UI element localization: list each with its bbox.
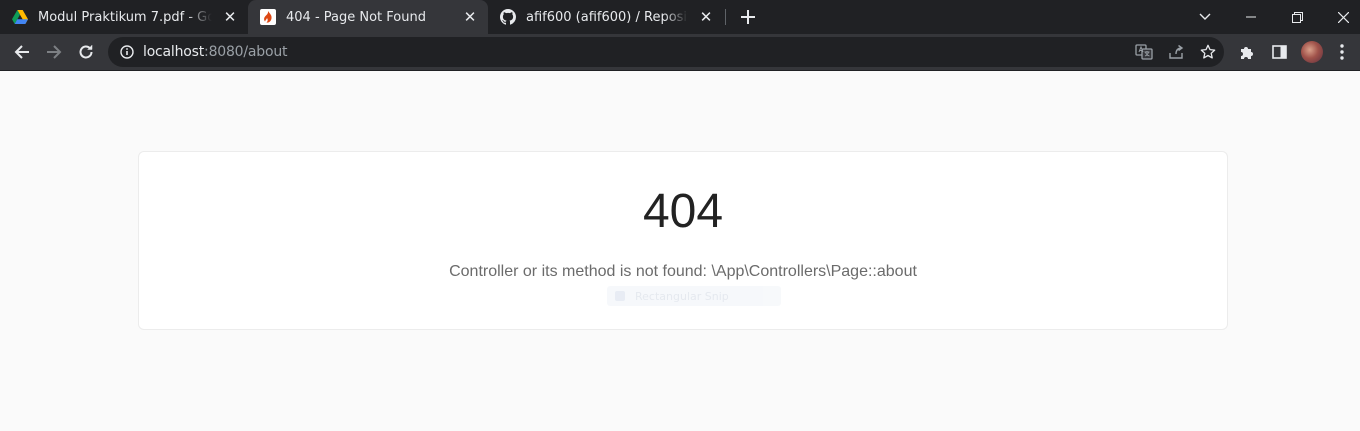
share-icon (1169, 44, 1184, 59)
error-card: 404 Controller or its method is not foun… (138, 151, 1228, 330)
tab-search-button[interactable] (1182, 0, 1228, 34)
more-vert-icon (1340, 44, 1344, 60)
minimize-button[interactable] (1228, 0, 1274, 34)
snip-overlay-label: Rectangular Snip (635, 289, 729, 303)
translate-button[interactable] (1133, 41, 1155, 63)
forward-button[interactable] (40, 38, 68, 66)
chevron-down-icon (1199, 13, 1211, 20)
tab-separator (725, 9, 726, 25)
puzzle-icon (1241, 47, 1253, 59)
tab-title: Modul Praktikum 7.pdf - Google Drive (38, 9, 212, 25)
arrow-right-icon (47, 45, 62, 59)
error-message: Controller or its method is not found: \… (449, 263, 917, 280)
minimize-icon (1246, 16, 1256, 18)
close-tab-icon[interactable]: ✕ (220, 7, 240, 27)
close-window-button[interactable] (1320, 0, 1360, 34)
tab-404[interactable]: 404 - Page Not Found ✕ (248, 0, 488, 34)
reload-button[interactable] (72, 38, 100, 66)
tab-title: 404 - Page Not Found (286, 9, 426, 25)
share-button[interactable] (1165, 41, 1187, 63)
url-text: localhost:8080/about (143, 44, 288, 60)
extensions-button[interactable] (1234, 39, 1260, 65)
bookmark-button[interactable] (1197, 41, 1219, 63)
new-tab-button[interactable] (736, 5, 760, 29)
google-drive-icon (12, 9, 28, 25)
translate-icon (1135, 44, 1153, 60)
url-host: localhost (143, 44, 205, 60)
tab-title: afif600 (afif600) / Repositories · GitHu… (526, 9, 688, 25)
error-code: 404 (642, 185, 724, 238)
snip-overlay: Rectangular Snip (607, 286, 781, 306)
side-panel-button[interactable] (1266, 39, 1292, 65)
info-icon[interactable] (119, 44, 135, 60)
close-tab-icon[interactable]: ✕ (460, 7, 480, 27)
side-panel-icon (1271, 45, 1287, 59)
restore-button[interactable] (1274, 0, 1320, 34)
avatar (1301, 41, 1323, 63)
reload-icon (79, 45, 93, 59)
tab-github[interactable]: afif600 (afif600) / Repositories · GitHu… (488, 0, 724, 34)
star-icon (1200, 44, 1216, 59)
address-bar[interactable]: localhost:8080/about (108, 37, 1224, 67)
plus-icon (741, 10, 755, 24)
codeigniter-icon (260, 9, 276, 25)
close-tab-icon[interactable]: ✕ (696, 7, 716, 27)
tab-google-drive[interactable]: Modul Praktikum 7.pdf - Google Drive ✕ (0, 0, 248, 34)
restore-icon (1291, 11, 1303, 23)
browser-toolbar: localhost:8080/about (0, 34, 1360, 71)
close-icon (1337, 11, 1349, 23)
url-path: :8080/about (204, 44, 288, 60)
snip-icon (615, 291, 625, 301)
tab-strip: Modul Praktikum 7.pdf - Google Drive ✕ 4… (0, 0, 1360, 34)
back-button[interactable] (8, 38, 36, 66)
arrow-left-icon (14, 45, 29, 59)
github-icon (500, 9, 516, 25)
menu-button[interactable] (1329, 39, 1355, 65)
profile-button[interactable] (1299, 39, 1325, 65)
